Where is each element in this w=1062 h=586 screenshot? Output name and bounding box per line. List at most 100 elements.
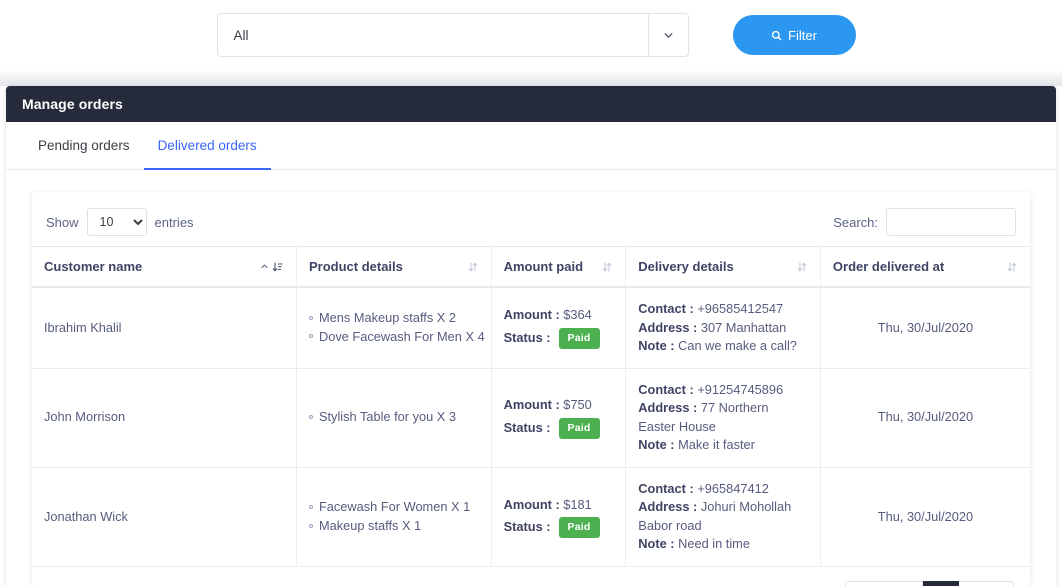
- order-filter-value: All: [218, 14, 648, 56]
- note-label: Note :: [638, 536, 674, 551]
- page-title: Manage orders: [22, 96, 123, 112]
- sort-none-icon[interactable]: [796, 261, 808, 273]
- order-filter-select[interactable]: All: [217, 13, 689, 57]
- address-value: 307 Manhattan: [701, 320, 786, 335]
- pagination-page-1-button[interactable]: 1: [923, 581, 959, 586]
- note-value: Make it faster: [678, 437, 755, 452]
- search-control: Search:: [833, 208, 1016, 236]
- show-entries-control: Show 10 25 50 100 entries: [46, 208, 194, 236]
- status-badge: Paid: [559, 418, 600, 439]
- amount-line: Amount : $750: [504, 396, 614, 415]
- show-label: Show: [46, 215, 79, 230]
- contact-value: +965847412: [697, 481, 769, 496]
- status-badge: Paid: [559, 517, 600, 538]
- address-label: Address :: [638, 400, 697, 415]
- order-tabs: Pending orders Delivered orders: [6, 122, 1056, 170]
- contact-label: Contact :: [638, 301, 693, 316]
- cell-delivery-details: Contact : +96585412547 Address : 307 Man…: [626, 287, 821, 368]
- entries-per-page-select[interactable]: 10 25 50 100: [87, 208, 147, 236]
- search-input[interactable]: [886, 208, 1016, 236]
- column-header-delivery-details[interactable]: Delivery details: [626, 247, 821, 288]
- cell-amount-paid: Amount : $181 Status :Paid: [491, 467, 626, 566]
- bullet-icon: [309, 524, 313, 528]
- column-header-order-delivered-at[interactable]: Order delivered at: [820, 247, 1030, 288]
- cell-product-details: Stylish Table for you X 3: [296, 368, 491, 467]
- pagination: Previous 1 Next: [845, 581, 1014, 586]
- cell-order-delivered-at: Thu, 30/Jul/2020: [820, 467, 1030, 566]
- status-badge: Paid: [559, 328, 600, 349]
- address-label: Address :: [638, 320, 697, 335]
- product-item-label: Makeup staffs X 1: [319, 518, 421, 533]
- amount-label: Amount :: [504, 497, 560, 512]
- column-header-amount-paid[interactable]: Amount paid: [491, 247, 626, 288]
- amount-value: $364: [563, 307, 591, 322]
- product-item: Facewash For Women X 1: [309, 498, 479, 517]
- column-header-product-details-label: Product details: [309, 259, 403, 274]
- datatable-controls: Show 10 25 50 100 entries Search:: [32, 192, 1030, 246]
- note-line: Note : Can we make a call?: [638, 337, 808, 356]
- card-header: Manage orders: [6, 86, 1056, 122]
- amount-label: Amount :: [504, 397, 560, 412]
- manage-orders-card: Manage orders Pending orders Delivered o…: [6, 86, 1056, 586]
- status-line: Status :Paid: [504, 517, 614, 538]
- address-label: Address :: [638, 499, 697, 514]
- sort-none-icon[interactable]: [601, 261, 613, 273]
- search-icon: [771, 30, 782, 41]
- column-header-amount-paid-label: Amount paid: [504, 259, 583, 274]
- address-line: Address : 77 Northern Easter House: [638, 399, 808, 436]
- filter-button-label: Filter: [788, 28, 817, 43]
- cell-product-details: Facewash For Women X 1 Makeup staffs X 1: [296, 467, 491, 566]
- bullet-icon: [309, 505, 313, 509]
- product-item-label: Dove Facewash For Men X 4: [319, 329, 485, 344]
- orders-table-body: Ibrahim Khalil Mens Makeup staffs X 2 Do…: [32, 287, 1030, 567]
- note-label: Note :: [638, 437, 674, 452]
- sort-none-icon[interactable]: [467, 261, 479, 273]
- amount-line: Amount : $364: [504, 306, 614, 325]
- table-row[interactable]: Jonathan Wick Facewash For Women X 1 Mak…: [32, 467, 1030, 566]
- section-divider: [0, 70, 1062, 86]
- entries-label: entries: [155, 215, 194, 230]
- column-header-delivery-details-label: Delivery details: [638, 259, 733, 274]
- table-header-row: Customer name Product details: [32, 247, 1030, 288]
- amount-value: $750: [563, 397, 591, 412]
- product-item: Mens Makeup staffs X 2: [309, 309, 479, 328]
- orders-datatable-panel: Show 10 25 50 100 entries Search:: [32, 192, 1030, 586]
- sort-none-icon[interactable]: [1006, 261, 1018, 273]
- bullet-icon: [309, 316, 313, 320]
- product-item-label: Facewash For Women X 1: [319, 499, 470, 514]
- cell-amount-paid: Amount : $750 Status : Paid: [491, 368, 626, 467]
- status-label: Status :: [504, 419, 551, 438]
- table-row[interactable]: Ibrahim Khalil Mens Makeup staffs X 2 Do…: [32, 287, 1030, 368]
- status-label: Status :: [504, 329, 551, 348]
- cell-delivery-details: Contact : +91254745896 Address : 77 Nort…: [626, 368, 821, 467]
- amount-label: Amount :: [504, 307, 560, 322]
- chevron-down-icon[interactable]: [648, 14, 688, 56]
- contact-value: +96585412547: [697, 301, 783, 316]
- product-item-label: Stylish Table for you X 3: [319, 409, 456, 424]
- column-header-product-details[interactable]: Product details: [296, 247, 491, 288]
- cell-order-delivered-at: Thu, 30/Jul/2020: [820, 368, 1030, 467]
- contact-line: Contact : +96585412547: [638, 300, 808, 319]
- filter-button[interactable]: Filter: [733, 15, 856, 55]
- datatable-footer: Showing 1 to 3 of 3 entries Previous 1 N…: [32, 567, 1030, 586]
- note-line: Note : Need in time: [638, 535, 808, 554]
- tab-pending-orders[interactable]: Pending orders: [24, 122, 144, 170]
- status-line: Status : Paid: [504, 328, 614, 349]
- tab-delivered-orders[interactable]: Delivered orders: [144, 122, 271, 170]
- tab-delivered-orders-label: Delivered orders: [158, 138, 257, 153]
- bullet-icon: [309, 415, 313, 419]
- cell-product-details: Mens Makeup staffs X 2 Dove Facewash For…: [296, 287, 491, 368]
- note-label: Note :: [638, 338, 674, 353]
- note-line: Note : Make it faster: [638, 436, 808, 455]
- sort-ascending-icon[interactable]: [260, 261, 284, 273]
- contact-line: Contact : +965847412: [638, 480, 808, 499]
- contact-line: Contact : +91254745896: [638, 381, 808, 400]
- address-line: Address : Johuri Mohollah Babor road: [638, 498, 808, 535]
- column-header-customer-name[interactable]: Customer name: [32, 247, 296, 288]
- cell-customer-name: John Morrison: [32, 368, 296, 467]
- pagination-next-button[interactable]: Next: [959, 581, 1014, 586]
- pagination-previous-button[interactable]: Previous: [845, 581, 924, 586]
- note-value: Can we make a call?: [678, 338, 797, 353]
- tab-pending-orders-label: Pending orders: [38, 138, 130, 153]
- table-row[interactable]: John Morrison Stylish Table for you X 3 …: [32, 368, 1030, 467]
